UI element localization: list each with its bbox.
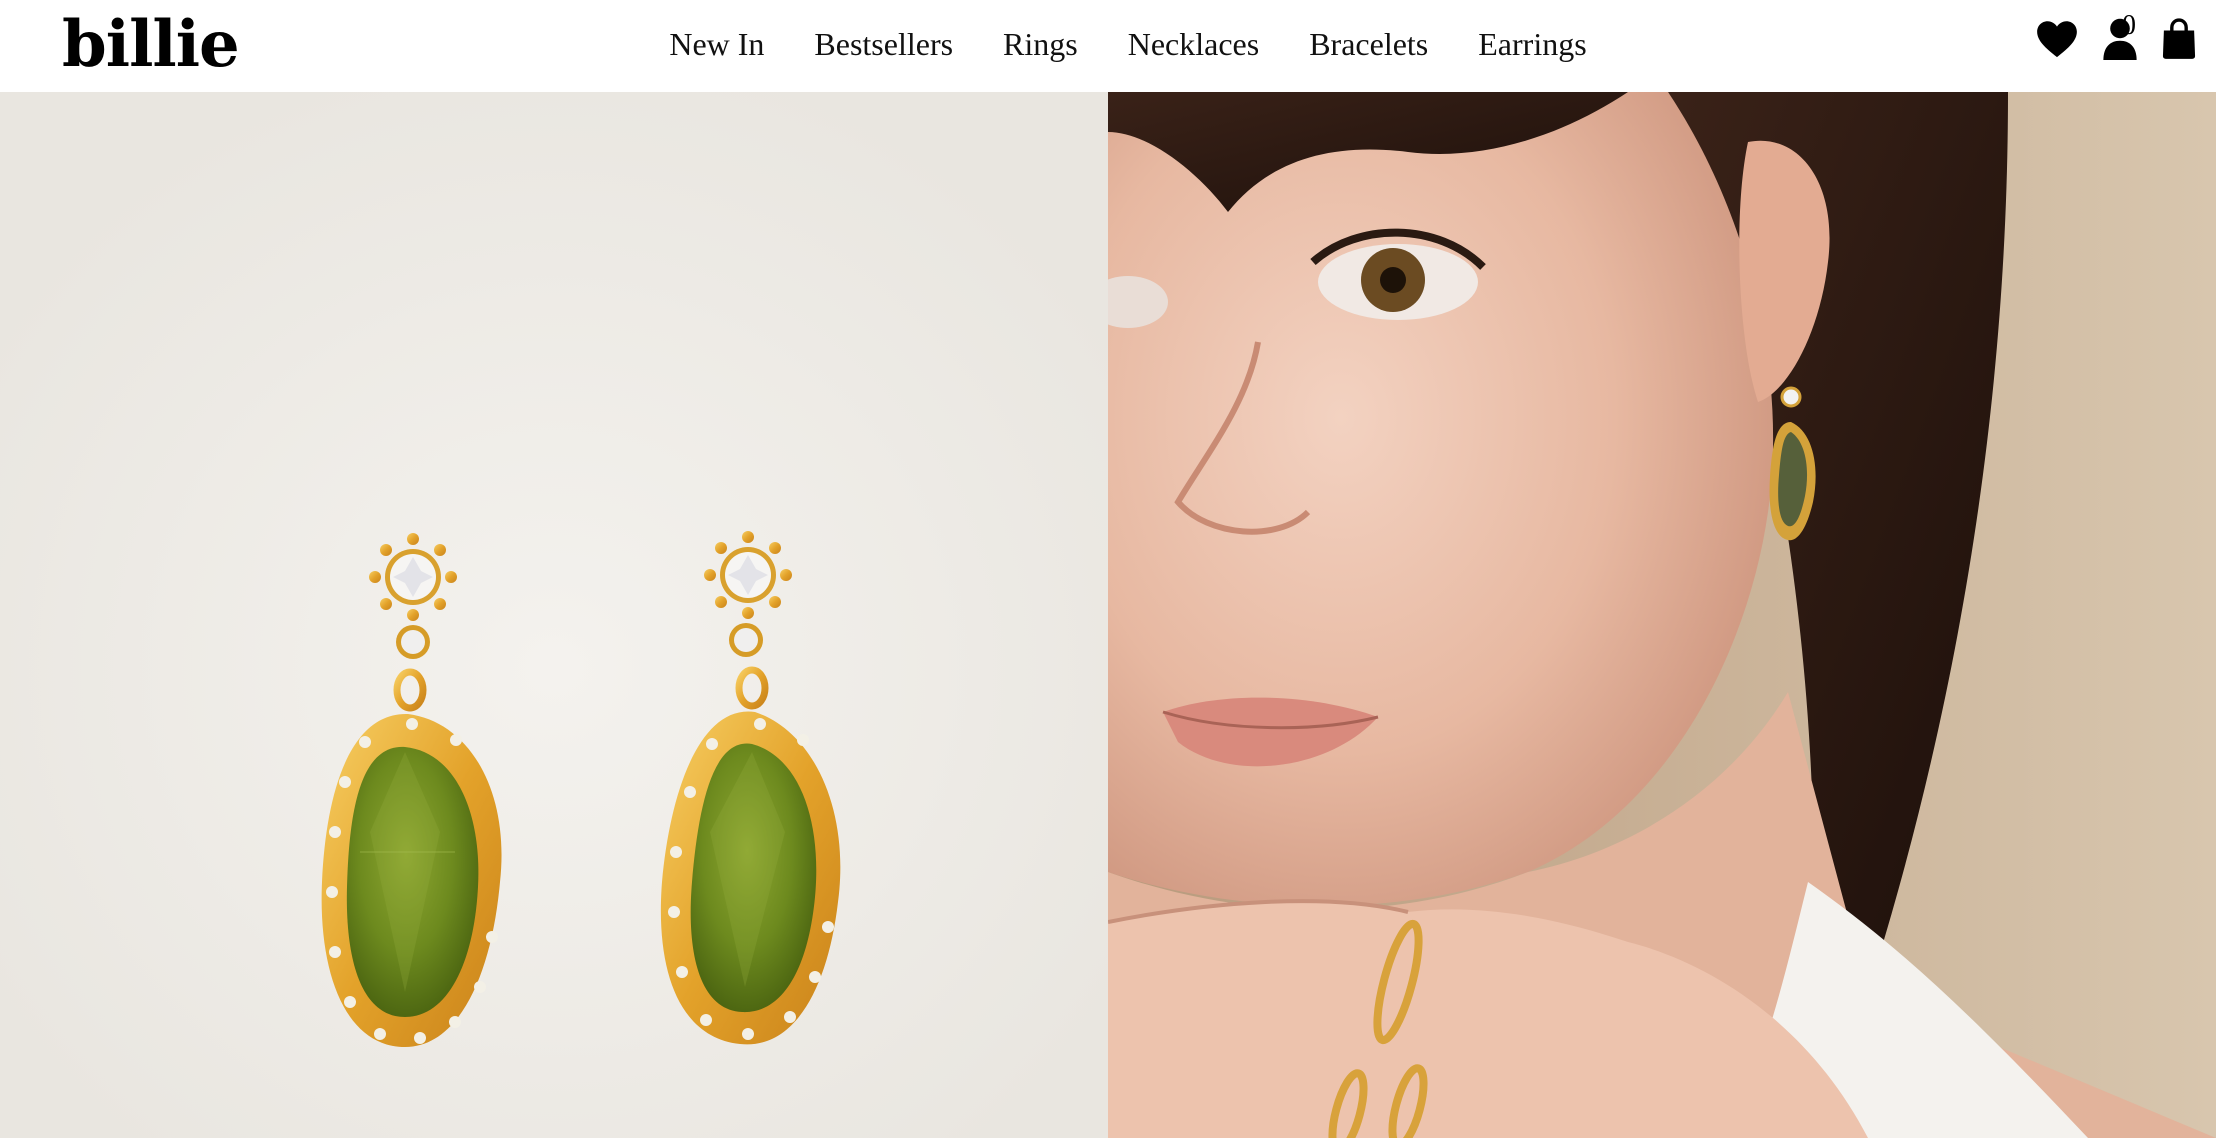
main-nav: New In Bestsellers Rings Necklaces Brace… xyxy=(0,0,2216,88)
model-image-panel[interactable] xyxy=(1108,92,2216,1138)
site-header: billie New In Bestsellers Rings Necklace… xyxy=(0,0,2216,92)
nav-bracelets[interactable]: Bracelets xyxy=(1309,28,1428,60)
nav-necklaces[interactable]: Necklaces xyxy=(1128,28,1259,60)
hero-banner xyxy=(0,92,2216,1138)
heart-icon xyxy=(2037,21,2077,58)
bag-icon xyxy=(2162,18,2196,59)
cart-count-badge: 0 xyxy=(2122,10,2136,41)
header-actions: 0 xyxy=(2036,10,2196,64)
wishlist-button[interactable] xyxy=(2036,20,2078,58)
brand-logo[interactable]: billie xyxy=(62,2,240,88)
product-image-panel[interactable] xyxy=(0,92,1108,1138)
nav-bestsellers[interactable]: Bestsellers xyxy=(814,28,953,60)
nav-new-in[interactable]: New In xyxy=(669,28,764,60)
cart-button[interactable]: 0 xyxy=(2122,10,2196,60)
model-photo xyxy=(1108,92,2216,1138)
product-earrings-image xyxy=(0,92,1108,1138)
nav-earrings[interactable]: Earrings xyxy=(1478,28,1586,60)
nav-rings[interactable]: Rings xyxy=(1003,28,1078,60)
